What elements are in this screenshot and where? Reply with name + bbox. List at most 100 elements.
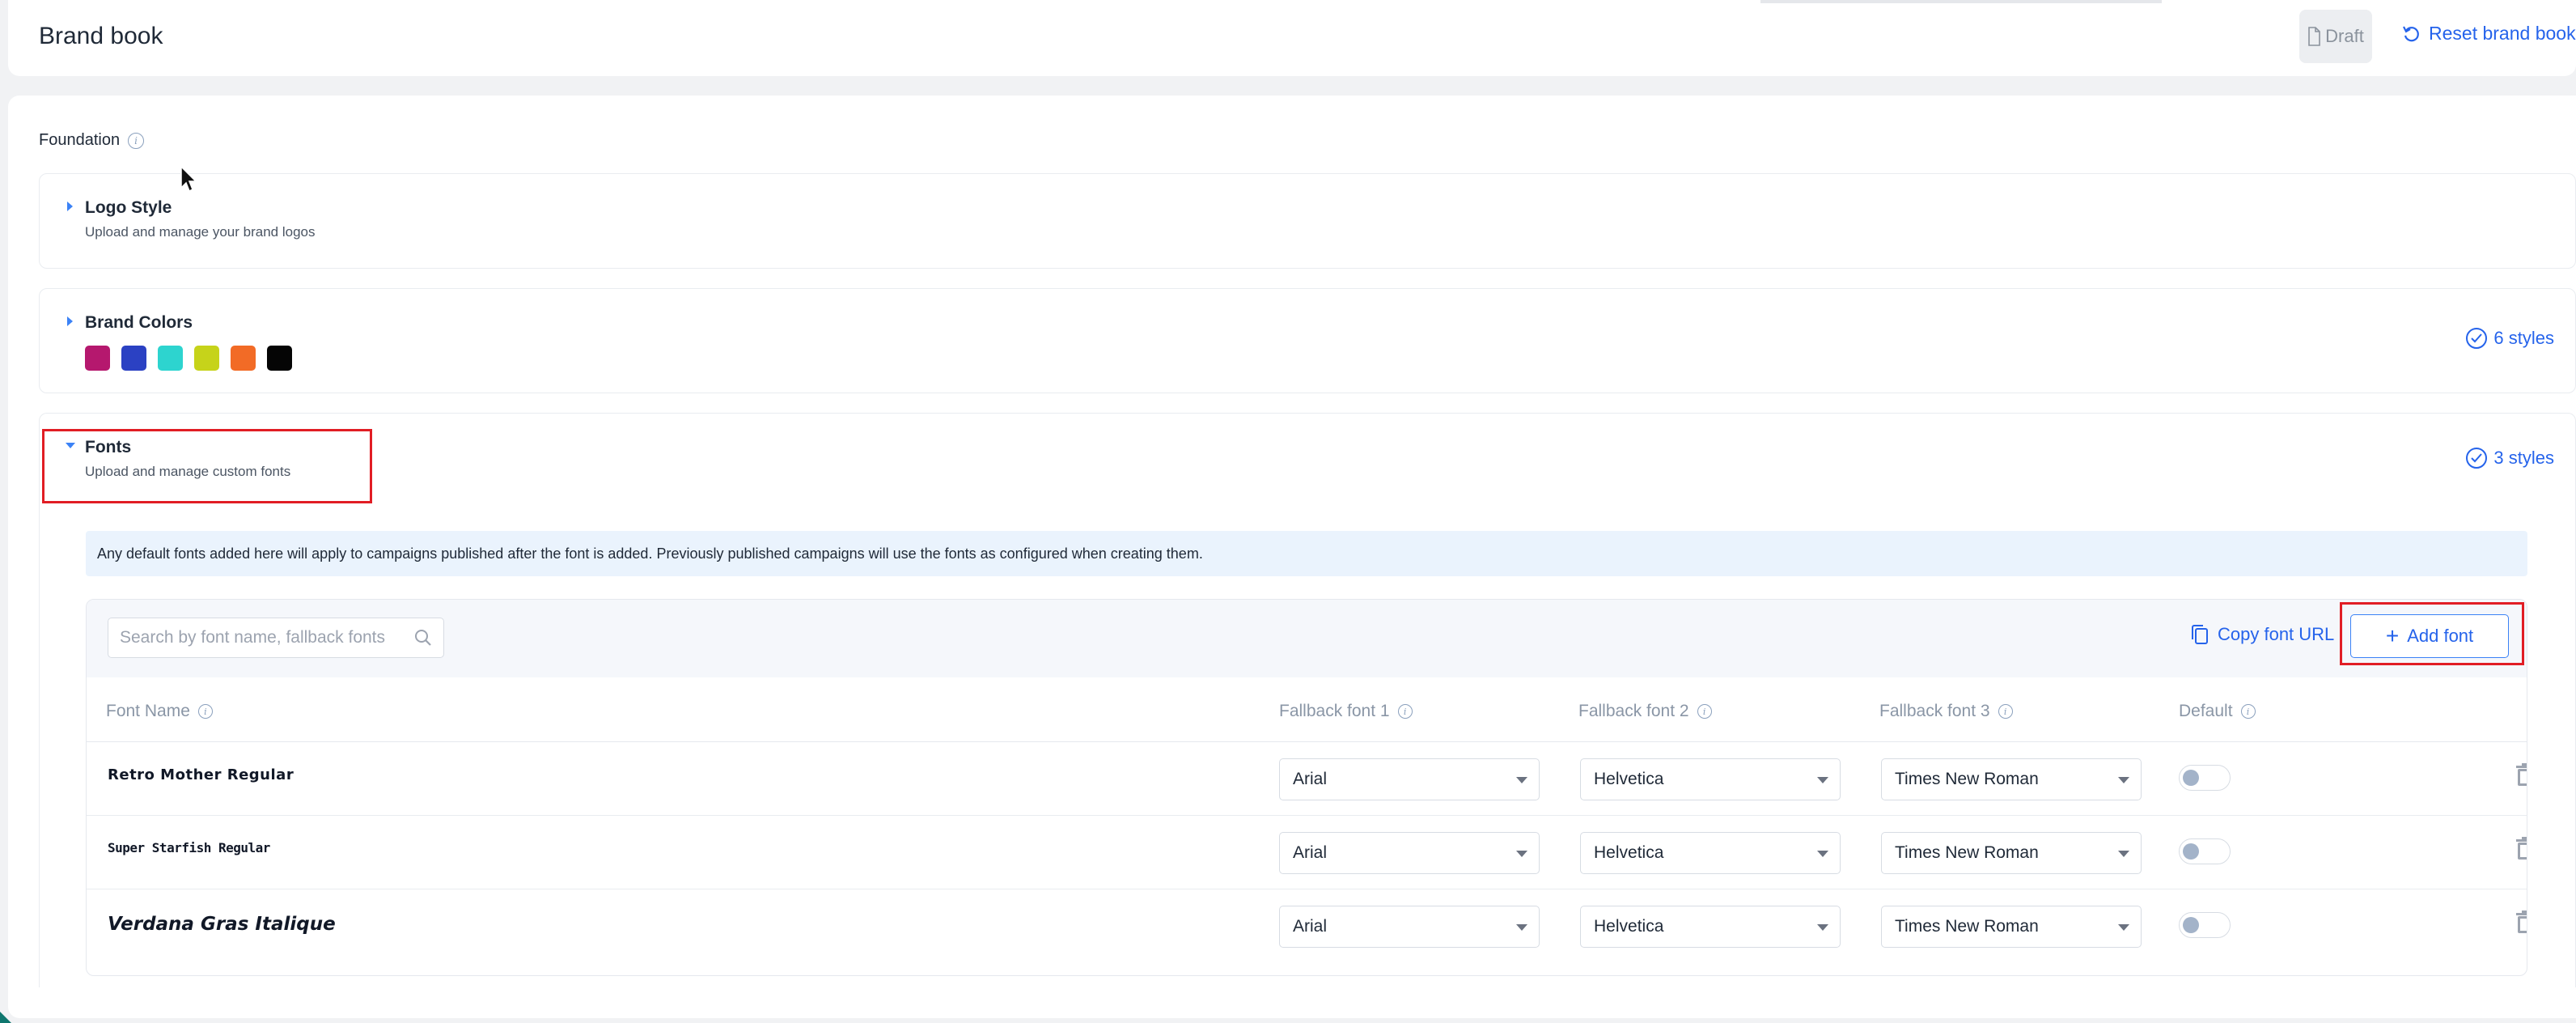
column-fallback-1-label: Fallback font 1: [1279, 702, 1390, 720]
info-icon[interactable]: i: [2240, 704, 2256, 719]
add-font-button[interactable]: + Add font: [2350, 614, 2509, 658]
column-default-label: Default: [2179, 702, 2233, 720]
color-swatch[interactable]: [121, 346, 146, 371]
default-toggle[interactable]: [2179, 838, 2231, 864]
logo-style-title: Logo Style: [85, 198, 172, 217]
color-swatch[interactable]: [194, 346, 219, 371]
copy-icon: [2192, 625, 2208, 644]
toggle-knob: [2183, 917, 2199, 933]
draft-label: Draft: [2325, 26, 2364, 46]
add-font-label: Add font: [2407, 626, 2474, 646]
fallback-2-select[interactable]: Helvetica: [1580, 906, 1841, 948]
section-brand-colors[interactable]: Brand Colors 6 styles: [39, 288, 2576, 393]
info-icon[interactable]: i: [128, 132, 145, 149]
fonts-styles-count[interactable]: 3 styles: [2466, 448, 2554, 469]
chevron-down-icon: [1516, 777, 1527, 783]
fallback-1-select[interactable]: Arial: [1279, 906, 1540, 948]
chevron-down-icon: [1516, 851, 1527, 857]
foundation-heading: Foundation i: [39, 131, 145, 150]
copy-font-url-button[interactable]: Copy font URL: [2190, 624, 2334, 645]
table-header-row: Font Name i Fallback font 1 i Fallback f…: [87, 677, 2527, 742]
color-swatch[interactable]: [158, 346, 183, 371]
table-row: Super Starfish Regular Arial Helvetica T…: [87, 816, 2527, 889]
section-fonts[interactable]: Fonts Upload and manage custom fonts 3 s…: [39, 413, 2576, 510]
chevron-down-icon: [2118, 777, 2129, 783]
reset-brand-book-button[interactable]: Reset brand book: [2401, 23, 2576, 45]
column-default: Default i: [2179, 702, 2256, 721]
trash-icon[interactable]: [2515, 763, 2527, 787]
fallback-3-value: Times New Roman: [1895, 770, 2039, 788]
color-swatch[interactable]: [85, 346, 110, 371]
check-circle-icon: [2466, 448, 2488, 469]
fallback-1-value: Arial: [1293, 917, 1328, 936]
fallback-3-value: Times New Roman: [1895, 843, 2039, 862]
fallback-3-select[interactable]: Times New Roman: [1881, 906, 2142, 948]
fallback-2-value: Helvetica: [1594, 770, 1664, 788]
table-toolbar: Copy font URL + Add font: [87, 600, 2527, 677]
column-font-name: Font Name i: [106, 702, 213, 721]
reset-label: Reset brand book: [2429, 23, 2576, 44]
search-input[interactable]: [120, 628, 411, 647]
column-fallback-1: Fallback font 1 i: [1279, 702, 1413, 721]
draft-badge: Draft: [2299, 10, 2372, 63]
color-swatch[interactable]: [267, 346, 292, 371]
fallback-2-value: Helvetica: [1594, 917, 1664, 936]
search-icon: [415, 630, 431, 646]
info-icon[interactable]: i: [1998, 704, 2013, 719]
chevron-down-icon: [2118, 924, 2129, 931]
logo-style-subtitle: Upload and manage your brand logos: [85, 224, 316, 240]
table-row: Retro Mother Regular Arial Helvetica Tim…: [87, 742, 2527, 816]
fonts-subtitle: Upload and manage custom fonts: [85, 464, 291, 479]
fonts-title: Fonts: [85, 438, 132, 456]
color-swatch[interactable]: [231, 346, 256, 371]
top-divider: [1760, 0, 2162, 3]
brand-colors-styles-count[interactable]: 6 styles: [2466, 328, 2554, 349]
fallback-1-select[interactable]: Arial: [1279, 832, 1540, 874]
page-title: Brand book: [39, 23, 163, 49]
chevron-down-icon: [1817, 924, 1828, 931]
expand-caret-icon[interactable]: [67, 316, 73, 326]
fallback-2-value: Helvetica: [1594, 843, 1664, 862]
column-fallback-3: Fallback font 3 i: [1879, 702, 2013, 721]
font-name: Super Starfish Regular: [108, 840, 270, 855]
default-toggle[interactable]: [2179, 912, 2231, 938]
check-circle-icon: [2466, 328, 2488, 349]
fallback-3-select[interactable]: Times New Roman: [1881, 832, 2142, 874]
document-icon: [2308, 27, 2320, 46]
chevron-down-icon: [1516, 924, 1527, 931]
chevron-down-icon: [1817, 777, 1828, 783]
chevron-down-icon: [2118, 851, 2129, 857]
top-bar: Brand book Draft Reset brand book: [8, 0, 2576, 76]
fallback-2-select[interactable]: Helvetica: [1580, 758, 1841, 800]
trash-icon[interactable]: [2515, 911, 2527, 935]
info-icon[interactable]: i: [197, 704, 213, 719]
styles-count-label: 3 styles: [2493, 448, 2554, 468]
fallback-1-select[interactable]: Arial: [1279, 758, 1540, 800]
fonts-table: Copy font URL + Add font Font Name i Fal…: [86, 599, 2527, 976]
fallback-1-value: Arial: [1293, 843, 1328, 862]
fallback-1-value: Arial: [1293, 770, 1328, 788]
info-icon[interactable]: i: [1697, 704, 1712, 719]
mouse-cursor-icon: [180, 165, 197, 193]
font-name: Verdana Gras Italique: [108, 914, 336, 935]
column-fallback-2-label: Fallback font 2: [1578, 702, 1689, 720]
fonts-notice: Any default fonts added here will apply …: [86, 531, 2527, 576]
column-fallback-3-label: Fallback font 3: [1879, 702, 1990, 720]
color-swatches: [85, 346, 292, 371]
trash-icon[interactable]: [2515, 837, 2527, 861]
collapse-caret-icon[interactable]: [66, 443, 75, 448]
column-fallback-2: Fallback font 2 i: [1578, 702, 1712, 721]
brand-colors-title: Brand Colors: [85, 313, 193, 332]
fallback-2-select[interactable]: Helvetica: [1580, 832, 1841, 874]
search-box[interactable]: [108, 618, 444, 658]
font-name: Retro Mother Regular: [108, 766, 294, 783]
copy-font-url-label: Copy font URL: [2218, 624, 2335, 644]
fallback-3-select[interactable]: Times New Roman: [1881, 758, 2142, 800]
toggle-knob: [2183, 843, 2199, 860]
table-row: Verdana Gras Italique Arial Helvetica Ti…: [87, 889, 2527, 963]
expand-caret-icon[interactable]: [67, 202, 73, 211]
default-toggle[interactable]: [2179, 765, 2231, 791]
info-icon[interactable]: i: [1397, 704, 1413, 719]
section-logo-style[interactable]: Logo Style Upload and manage your brand …: [39, 173, 2576, 269]
foundation-label: Foundation: [39, 131, 121, 149]
